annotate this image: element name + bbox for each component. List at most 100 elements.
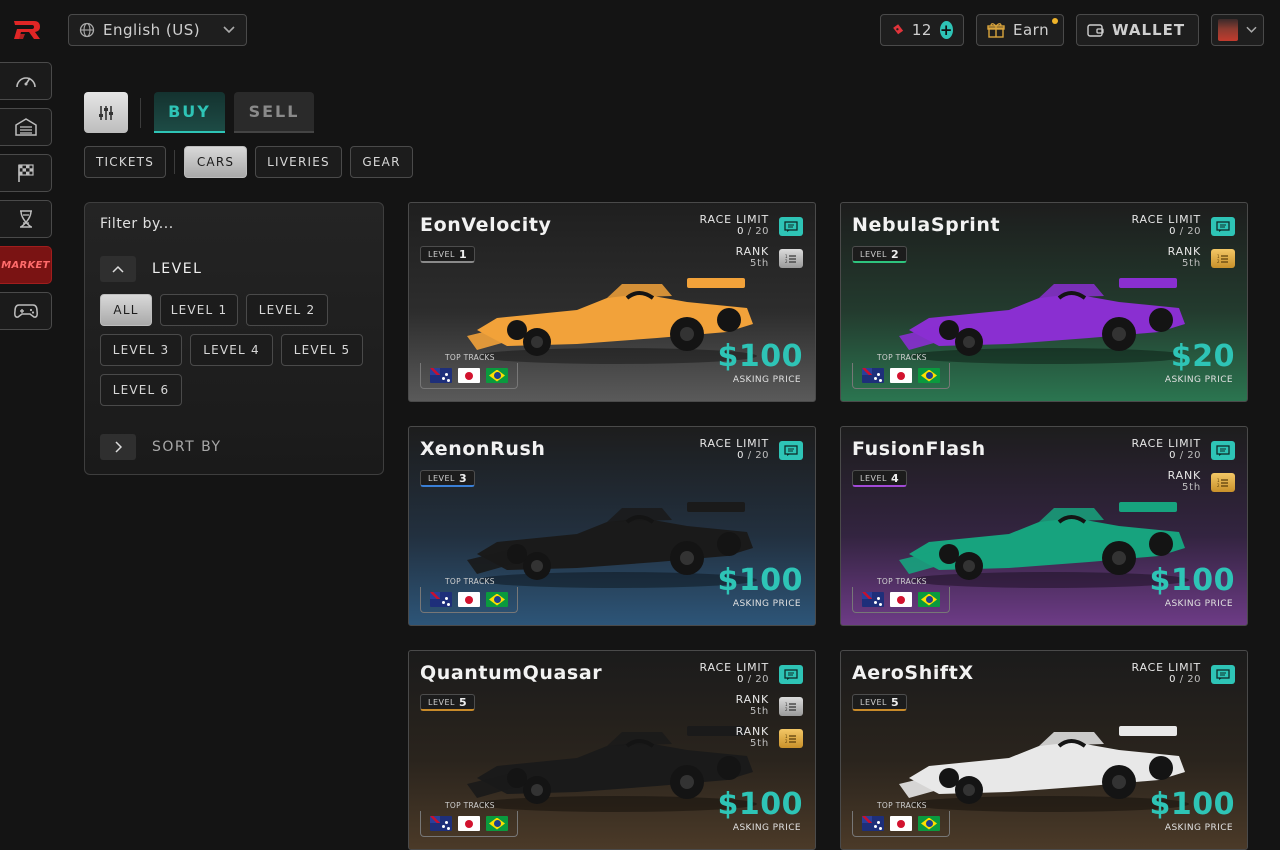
sidebar-item-breeding[interactable] bbox=[0, 200, 52, 238]
race-limit-label: RACE LIMIT bbox=[699, 213, 769, 226]
tab-sell[interactable]: SELL bbox=[234, 92, 314, 133]
race-limit-icon bbox=[779, 217, 803, 236]
car-image bbox=[899, 278, 1189, 364]
rank-info: RANK 5th bbox=[736, 726, 769, 750]
sidebar-item-label: MARKET bbox=[1, 259, 50, 271]
race-limit: RACE LIMIT 0 / 20 bbox=[699, 661, 769, 686]
racing-logo[interactable] bbox=[12, 18, 42, 42]
filter-title: Filter by... bbox=[100, 216, 174, 232]
globe-icon bbox=[79, 22, 95, 38]
top-tracks-label: TOP TRACKS bbox=[877, 801, 927, 810]
category-liveries[interactable]: LIVERIES bbox=[255, 146, 342, 178]
category-tickets[interactable]: TICKETS bbox=[84, 146, 166, 178]
rank-label: RANK bbox=[1167, 469, 1201, 482]
brazil-flag-icon bbox=[486, 816, 508, 831]
level-filter-all[interactable]: ALL bbox=[100, 294, 152, 326]
tab-buy[interactable]: BUY bbox=[154, 92, 225, 133]
sort-expand-button[interactable] bbox=[100, 434, 136, 460]
car-card[interactable]: FusionFlash LEVEL 4 RACE LIMIT 0 / 20 RANK 5th… bbox=[840, 426, 1248, 626]
brazil-flag-icon bbox=[918, 816, 940, 831]
chevron-down-icon bbox=[1246, 26, 1257, 33]
race-max: 20 bbox=[1187, 450, 1201, 461]
top-tracks-label: TOP TRACKS bbox=[877, 577, 927, 586]
car-card[interactable]: EonVelocity LEVEL 1 RACE LIMIT 0 / 20 RANK 5th… bbox=[408, 202, 816, 402]
car-name: EonVelocity bbox=[420, 214, 552, 236]
rank-label: RANK bbox=[735, 725, 769, 738]
race-limit-label: RACE LIMIT bbox=[699, 437, 769, 450]
japan-flag-icon bbox=[890, 592, 912, 607]
japan-flag-icon bbox=[458, 368, 480, 383]
level-prefix: LEVEL bbox=[428, 473, 455, 483]
brazil-flag-icon bbox=[486, 592, 508, 607]
level-filter-3[interactable]: LEVEL 3 bbox=[100, 334, 182, 366]
level-filter-6[interactable]: LEVEL 6 bbox=[100, 374, 182, 406]
australia-flag-icon bbox=[430, 368, 452, 383]
race-used: 0 bbox=[737, 674, 745, 685]
top-tracks bbox=[852, 587, 950, 613]
rank-label: RANK bbox=[735, 693, 769, 706]
car-card[interactable]: NebulaSprint LEVEL 2 RACE LIMIT 0 / 20 RANK 5t… bbox=[840, 202, 1248, 402]
top-tracks-label: TOP TRACKS bbox=[445, 353, 495, 362]
level-filter-5[interactable]: LEVEL 5 bbox=[281, 334, 363, 366]
sidebar-item-races[interactable] bbox=[0, 154, 52, 192]
level-prefix: LEVEL bbox=[428, 249, 455, 259]
race-limit: RACE LIMIT 0 / 20 bbox=[1131, 661, 1201, 686]
sort-by-header[interactable]: SORT BY bbox=[152, 439, 222, 455]
language-label: English (US) bbox=[103, 21, 201, 39]
car-card[interactable]: XenonRush LEVEL 3 RACE LIMIT 0 / 20 TOP TRACK… bbox=[408, 426, 816, 626]
rank-label: RANK bbox=[1167, 245, 1201, 258]
level-value: 5 bbox=[459, 695, 468, 709]
level-header[interactable]: LEVEL bbox=[152, 261, 202, 277]
asking-price-label: ASKING PRICE bbox=[732, 375, 801, 385]
race-limit-label: RACE LIMIT bbox=[699, 661, 769, 674]
tickets-balance[interactable]: 12 + bbox=[880, 14, 964, 46]
sidebar-item-garage[interactable] bbox=[0, 108, 52, 146]
car-card[interactable]: AeroShiftX LEVEL 5 RACE LIMIT 0 / 20 TOP TRAC… bbox=[840, 650, 1248, 850]
svg-text:2: 2 bbox=[785, 259, 788, 264]
earn-button[interactable]: Earn bbox=[976, 14, 1064, 46]
race-limit-label: RACE LIMIT bbox=[1131, 437, 1201, 450]
car-name: NebulaSprint bbox=[852, 214, 1001, 236]
level-filter-2[interactable]: LEVEL 2 bbox=[246, 294, 328, 326]
filter-toggle-button[interactable] bbox=[84, 92, 128, 133]
car-name: AeroShiftX bbox=[852, 662, 974, 684]
car-card[interactable]: QuantumQuasar LEVEL 5 RACE LIMIT 0 / 20 RANK 5… bbox=[408, 650, 816, 850]
language-selector[interactable]: English (US) bbox=[68, 14, 247, 46]
rank-info: RANK 5th bbox=[736, 246, 769, 270]
user-avatar-menu[interactable] bbox=[1211, 14, 1264, 46]
level-filter-1[interactable]: LEVEL 1 bbox=[160, 294, 238, 326]
race-limit: RACE LIMIT 0 / 20 bbox=[1131, 437, 1201, 462]
australia-flag-icon bbox=[862, 592, 884, 607]
sidebar-item-games[interactable] bbox=[0, 292, 52, 330]
category-cars[interactable]: CARS bbox=[184, 146, 247, 178]
rank-value: 5th bbox=[749, 706, 769, 717]
australia-flag-icon bbox=[430, 592, 452, 607]
level-value: 1 bbox=[459, 247, 468, 261]
rank-list-icon: 12 bbox=[779, 729, 803, 748]
japan-flag-icon bbox=[458, 592, 480, 607]
race-limit-label: RACE LIMIT bbox=[1131, 661, 1201, 674]
avatar bbox=[1218, 19, 1239, 41]
asking-price-value: $100 bbox=[1149, 787, 1235, 822]
svg-text:2: 2 bbox=[1217, 483, 1220, 488]
tickets-count: 12 bbox=[911, 21, 932, 39]
dna-icon bbox=[19, 210, 32, 228]
top-tracks-label: TOP TRACKS bbox=[877, 353, 927, 362]
race-limit-icon bbox=[779, 665, 803, 684]
rank-info: RANK 5th bbox=[1168, 246, 1201, 270]
sidebar-item-market[interactable]: MARKET bbox=[0, 246, 52, 284]
race-limit: RACE LIMIT 0 / 20 bbox=[1131, 213, 1201, 238]
australia-flag-icon bbox=[862, 816, 884, 831]
wallet-button[interactable]: WALLET bbox=[1076, 14, 1199, 46]
add-tickets-icon[interactable]: + bbox=[939, 21, 953, 39]
level-collapse-button[interactable] bbox=[100, 256, 136, 282]
sidebar-item-dashboard[interactable] bbox=[0, 62, 52, 100]
race-limit-icon bbox=[779, 441, 803, 460]
top-tracks bbox=[420, 363, 518, 389]
rank-list-icon: 12 bbox=[1211, 473, 1235, 492]
car-name: XenonRush bbox=[420, 438, 546, 460]
level-value: 3 bbox=[459, 471, 468, 485]
race-limit-icon bbox=[1211, 441, 1235, 460]
level-filter-4[interactable]: LEVEL 4 bbox=[190, 334, 273, 366]
category-gear[interactable]: GEAR bbox=[350, 146, 413, 178]
